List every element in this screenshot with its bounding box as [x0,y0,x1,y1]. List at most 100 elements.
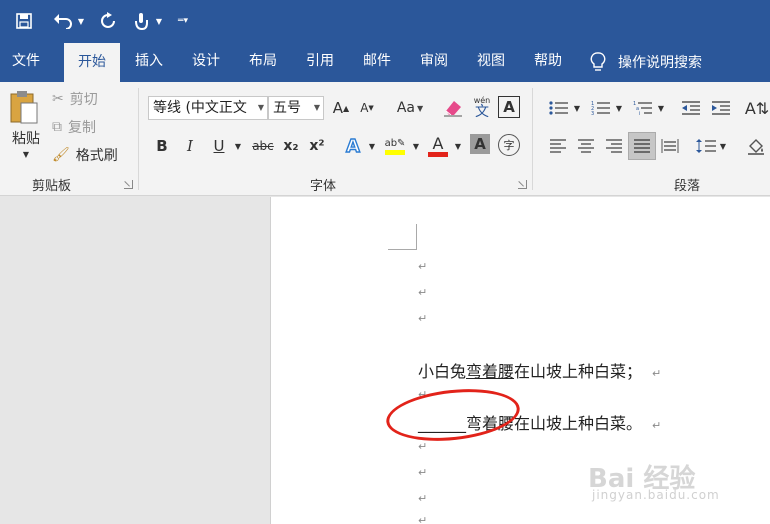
tab-references[interactable]: 引用 [294,42,346,82]
shrink-font-label: A [360,101,369,115]
multilevel-list-icon[interactable]: 1ai [630,96,656,120]
undo-icon[interactable] [50,0,76,42]
bullets-icon[interactable] [546,96,572,120]
quick-access-toolbar: ▼ ▼ ═▾ [0,0,770,42]
underline-button[interactable]: U [208,134,230,158]
character-border-button[interactable]: A [498,96,520,118]
font-name-dropdown-icon[interactable]: ▼ [258,97,264,119]
tell-me-search[interactable]: 操作说明搜索 [590,42,702,82]
clear-formatting-icon[interactable] [440,96,466,120]
format-painter-label: 格式刷 [75,148,118,164]
document-line-1[interactable]: 小白兔弯着腰在山坡上种白菜； ↵ [418,358,661,382]
paragraph-mark: ↵ [418,466,428,479]
font-name-value: 等线 (中文正文 [153,100,247,116]
margin-corner-mark [388,224,417,250]
lightbulb-icon [590,52,606,71]
ribbon-home: 粘贴 ▼ ✂ 剪切 ⧉ 复制 🖌 格式刷 剪贴板 等线 (中文正文 ▼ 五号 ▼ A ▲ A… [0,82,770,196]
cut-button[interactable]: ✂ 剪切 [52,88,98,110]
bold-button[interactable]: B [152,134,172,158]
decrease-indent-icon[interactable] [678,96,704,120]
font-launcher-icon[interactable] [518,180,527,189]
line1-underlined: 弯着腰 [466,362,515,381]
numbering-dropdown-icon[interactable]: ▼ [614,96,624,120]
paste-button[interactable]: 粘贴 [6,128,46,148]
format-painter-button[interactable]: 🖌 格式刷 [52,144,118,166]
character-shading-button[interactable]: A [470,134,490,154]
tab-insert[interactable]: 插入 [124,42,174,82]
tab-layout[interactable]: 布局 [238,42,288,82]
line1-rest: 在山坡上种白菜； [514,362,643,381]
phonetic-guide-button[interactable]: wén 文 [470,94,494,122]
change-case-button[interactable]: Aa ▼ [390,96,430,120]
enclose-characters-button[interactable]: 字 [498,134,520,156]
touch-dropdown-icon[interactable]: ▼ [154,0,164,42]
distributed-icon[interactable] [658,134,682,158]
paragraph-mark: ↵ [418,492,428,505]
customize-qat-icon[interactable]: ═▾ [176,0,190,42]
justify-icon[interactable] [628,132,656,160]
line-spacing-icon[interactable] [694,134,718,158]
align-center-icon[interactable] [574,134,598,158]
cut-label: 剪切 [69,92,98,108]
text-effects-dropdown-icon[interactable]: ▼ [366,134,378,158]
tab-file[interactable]: 文件 [0,42,52,82]
tab-home[interactable]: 开始 [64,42,120,82]
paragraph-mark: ↵ [418,260,428,273]
paragraph-group-label: 段落 [674,179,701,194]
bullets-dropdown-icon[interactable]: ▼ [572,96,582,120]
font-name-combo[interactable]: 等线 (中文正文 ▼ [148,96,268,120]
brush-icon: 🖌 [52,147,70,163]
tab-view[interactable]: 视图 [466,42,516,82]
highlight-dropdown-icon[interactable]: ▼ [410,134,422,158]
clipboard-launcher-icon[interactable] [124,180,133,189]
font-color-button[interactable]: A [426,132,450,160]
save-icon[interactable] [10,0,38,42]
underline-dropdown-icon[interactable]: ▼ [232,134,244,158]
copy-label: 复制 [68,120,96,136]
shading-icon[interactable] [744,134,768,158]
grow-font-button[interactable]: A ▲ [330,96,352,120]
paste-dropdown-icon[interactable]: ▼ [20,148,32,160]
highlight-color-button[interactable]: ab✎ [382,132,408,160]
font-size-combo[interactable]: 五号 ▼ [268,96,324,120]
font-size-value: 五号 [273,100,301,116]
copy-button[interactable]: ⧉ 复制 [52,116,96,138]
copy-icon: ⧉ [52,119,62,135]
line-spacing-dropdown-icon[interactable]: ▼ [718,134,728,158]
clipboard-group-label: 剪贴板 [32,179,72,194]
redo-icon[interactable] [94,0,122,42]
multilevel-dropdown-icon[interactable]: ▼ [656,96,666,120]
svg-text:3: 3 [591,111,594,116]
text-effects-icon[interactable]: A [342,134,364,158]
superscript-button[interactable]: x² [306,134,328,158]
ribbon-tab-bar: 文件 开始 插入 设计 布局 引用 邮件 审阅 视图 帮助 操作说明搜索 [0,42,770,82]
tab-help[interactable]: 帮助 [522,42,574,82]
font-color-glyph: A [432,134,444,153]
font-size-dropdown-icon[interactable]: ▼ [314,97,320,119]
align-right-icon[interactable] [602,134,626,158]
numbering-icon[interactable]: 123 [588,96,614,120]
watermark-url: jingyan.baidu.com [592,488,720,502]
tab-mailings[interactable]: 邮件 [352,42,402,82]
shrink-font-button[interactable]: A ▼ [356,96,378,120]
font-color-dropdown-icon[interactable]: ▼ [452,134,464,158]
tab-design[interactable]: 设计 [180,42,232,82]
paragraph-mark: ↵ [418,514,428,524]
tab-review[interactable]: 审阅 [408,42,460,82]
subscript-button[interactable]: x₂ [280,134,302,158]
italic-button[interactable]: I [180,134,200,158]
scissors-icon: ✂ [52,91,64,107]
svg-text:i: i [639,111,640,116]
increase-indent-icon[interactable] [708,96,734,120]
touch-mode-icon[interactable] [128,0,154,42]
paragraph-mark: ↵ [652,419,662,432]
search-label: 操作说明搜索 [618,55,702,71]
chinese-layout-icon[interactable]: A⇅ [744,96,770,120]
highlight-swatch [385,149,405,155]
group-separator [532,88,533,190]
align-left-icon[interactable] [546,134,570,158]
paragraph-mark: ↵ [652,367,662,380]
strikethrough-button[interactable]: abc [250,134,276,158]
undo-dropdown-icon[interactable]: ▼ [76,0,86,42]
paste-icon[interactable] [6,88,42,126]
